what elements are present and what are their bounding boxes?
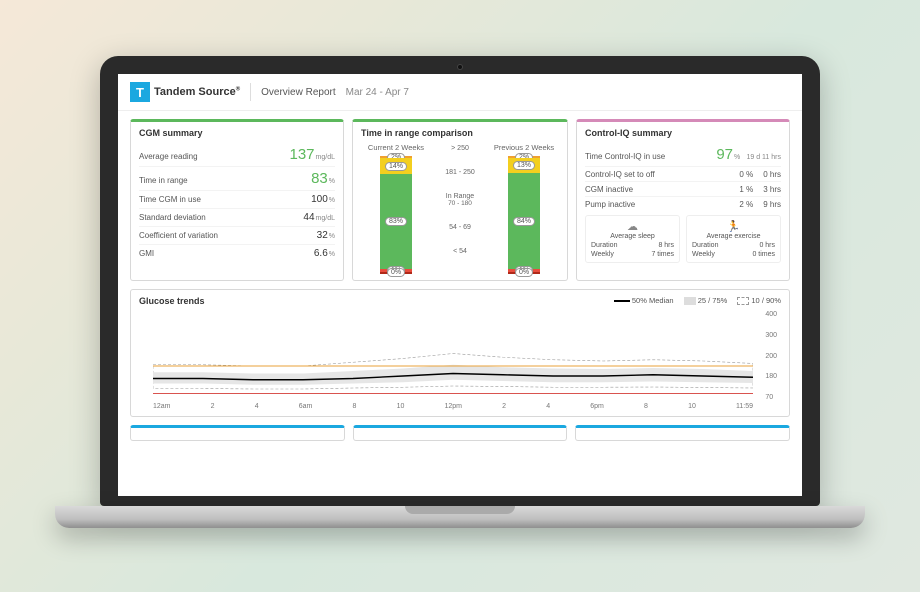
- logo-mark-icon: T: [130, 82, 150, 102]
- tir-segment-high: 14%: [380, 158, 412, 174]
- camera-icon: [457, 64, 463, 70]
- tir-title: Time in range comparison: [361, 128, 559, 138]
- avg-sleep-title: Average sleep: [591, 233, 674, 240]
- logo-text: Tandem Source®: [154, 86, 240, 98]
- sleep-icon: ☁: [591, 220, 674, 233]
- bottom-stub-row: [130, 425, 790, 441]
- trends-legend: 50% Median 25 / 75% 10 / 90%: [614, 296, 781, 305]
- cgm-row: Coefficient of variation32%: [139, 227, 335, 245]
- legend-iqr-icon: [684, 297, 696, 305]
- ciq-headline-label: Time Control-IQ in use: [585, 152, 665, 161]
- cgm-row: Standard deviation44mg/dL: [139, 209, 335, 227]
- top-row: CGM summary Average reading137mg/dLTime …: [130, 119, 790, 281]
- ciq-row: CGM inactive1 %3 hrs: [585, 182, 781, 197]
- laptop-base: [55, 506, 865, 528]
- time-in-range-card: Time in range comparison Current 2 Weeks…: [352, 119, 568, 281]
- trends-y-axis: 40030020018070: [765, 311, 777, 401]
- app-header: T Tandem Source® Overview Report Mar 24 …: [118, 74, 802, 111]
- ciq-headline: Time Control-IQ in use 97% 19 d 11 hrs: [585, 143, 781, 167]
- tir-current-label: Current 2 Weeks: [368, 143, 424, 152]
- trends-x-axis: 12am246am81012pm246pm81011:59: [153, 403, 753, 410]
- ciq-headline-value: 97: [716, 146, 733, 163]
- laptop-frame: T Tandem Source® Overview Report Mar 24 …: [90, 56, 830, 536]
- legend-median-icon: [614, 300, 630, 302]
- tir-segment-vlow: 0%: [508, 272, 540, 274]
- tir-segment-vlow: 0%: [380, 272, 412, 274]
- avg-exercise-card: 🏃 Average exercise Duration0 hrs Weekly0…: [686, 215, 781, 263]
- tir-range-labels: > 250181 - 250In Range70 - 18054 - 69< 5…: [431, 143, 489, 261]
- date-range: Mar 24 - Apr 7: [346, 87, 409, 98]
- tir-body: Current 2 Weeks 2%14%83%1%0% > 250181 - …: [361, 143, 559, 274]
- ciq-title: Control-IQ summary: [585, 128, 781, 138]
- tir-segment-high: 13%: [508, 158, 540, 173]
- trends-chart: 40030020018070: [153, 311, 753, 401]
- report-title: Overview Report: [261, 87, 335, 98]
- legend-outer-icon: [737, 297, 749, 305]
- ciq-row: Pump inactive2 %9 hrs: [585, 197, 781, 211]
- ciq-headline-extra: 19 d 11 hrs: [746, 154, 781, 161]
- tir-segment-range: 84%: [508, 173, 540, 269]
- cgm-summary-card: CGM summary Average reading137mg/dLTime …: [130, 119, 344, 281]
- app-screen: T Tandem Source® Overview Report Mar 24 …: [118, 74, 802, 496]
- tir-previous-column: Previous 2 Weeks 2%13%84%1%0%: [489, 143, 559, 274]
- avg-sleep-card: ☁ Average sleep Duration8 hrs Weekly7 ti…: [585, 215, 680, 263]
- ciq-row: Control-IQ set to off0 %0 hrs: [585, 167, 781, 182]
- glucose-trends-card: Glucose trends 50% Median 25 / 75% 10 / …: [130, 289, 790, 417]
- stub-card-2: [353, 425, 568, 441]
- cgm-row: Time CGM in use100%: [139, 191, 335, 209]
- dashboard-content: CGM summary Average reading137mg/dLTime …: [118, 111, 802, 457]
- cgm-row: GMI6.6%: [139, 245, 335, 262]
- ciq-sub-cards: ☁ Average sleep Duration8 hrs Weekly7 ti…: [585, 215, 781, 263]
- header-divider: [250, 83, 251, 101]
- tir-previous-label: Previous 2 Weeks: [494, 143, 554, 152]
- cgm-summary-title: CGM summary: [139, 128, 335, 138]
- cgm-row: Average reading137mg/dL: [139, 143, 335, 167]
- stub-card-3: [575, 425, 790, 441]
- tir-current-bar: 2%14%83%1%0%: [380, 156, 412, 274]
- avg-exercise-title: Average exercise: [692, 233, 775, 240]
- tir-current-column: Current 2 Weeks 2%14%83%1%0%: [361, 143, 431, 274]
- stub-card-1: [130, 425, 345, 441]
- cgm-row: Time in range83%: [139, 167, 335, 191]
- control-iq-card: Control-IQ summary Time Control-IQ in us…: [576, 119, 790, 281]
- screen-bezel: T Tandem Source® Overview Report Mar 24 …: [100, 56, 820, 506]
- brand-logo[interactable]: T Tandem Source®: [130, 82, 240, 102]
- tir-previous-bar: 2%13%84%1%0%: [508, 156, 540, 274]
- tir-segment-range: 83%: [380, 174, 412, 269]
- exercise-icon: 🏃: [692, 220, 775, 233]
